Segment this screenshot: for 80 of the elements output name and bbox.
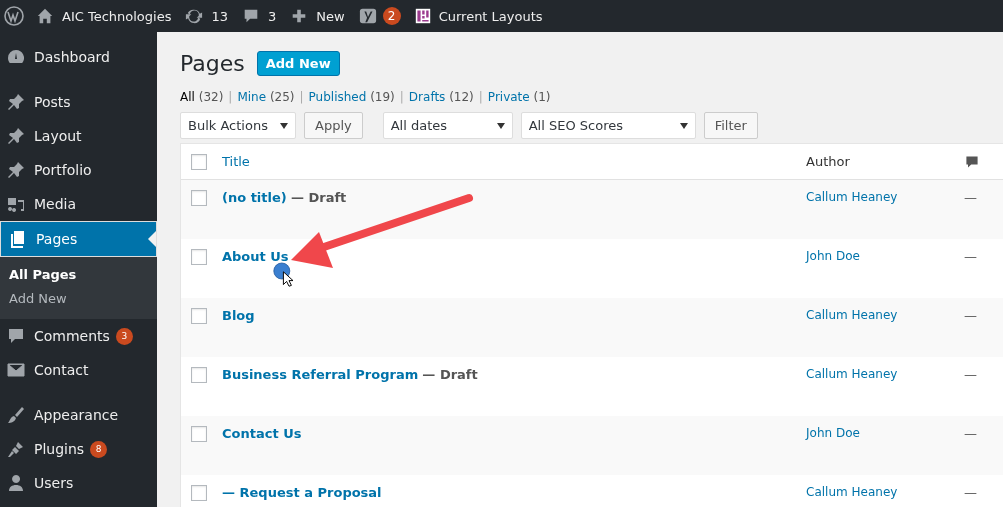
- comment-count-text: —: [964, 249, 977, 264]
- author-link[interactable]: Callum Heaney: [806, 485, 956, 499]
- page-title-link[interactable]: About Us: [222, 249, 289, 264]
- pushpin-icon: [6, 92, 26, 112]
- sidebar-menu-item[interactable]: Dashboard: [0, 40, 157, 74]
- author-link[interactable]: John Doe: [806, 249, 956, 263]
- author-link[interactable]: Callum Heaney: [806, 367, 956, 381]
- comment-count-text: —: [964, 426, 977, 441]
- sidebar-menu-item[interactable]: Portfolio: [0, 153, 157, 187]
- row-checkbox[interactable]: [191, 426, 207, 442]
- status-filter-link[interactable]: Private (1): [487, 90, 551, 104]
- sidebar-menu-item[interactable]: Comments 3: [0, 319, 157, 353]
- comments-count-link[interactable]: 3: [268, 8, 277, 24]
- separator-text: |: [299, 90, 304, 104]
- select-all-checkbox[interactable]: [191, 153, 207, 170]
- sidebar-menu-item[interactable]: Layout: [0, 119, 157, 153]
- row-checkbox[interactable]: [191, 308, 207, 324]
- sidebar-menu-item[interactable]: Users: [0, 466, 157, 500]
- seo-scores-dropdown[interactable]: All SEO Scores: [520, 112, 696, 139]
- status-filter-link[interactable]: Published (19): [308, 90, 395, 104]
- wordpress-logo-icon[interactable]: [4, 6, 24, 26]
- page-heading: Pages: [180, 51, 245, 76]
- seo-notification-badge: 2: [382, 7, 401, 25]
- status-filter-link[interactable]: Drafts (12): [408, 90, 474, 104]
- comment-count-text: —: [964, 485, 977, 500]
- sidebar-menu-item[interactable]: Appearance: [0, 398, 157, 432]
- current-layouts-link[interactable]: Current Layouts: [438, 8, 543, 24]
- separator-text: |: [478, 90, 483, 104]
- author-link[interactable]: Callum Heaney: [806, 190, 956, 204]
- updates-count-link[interactable]: 13: [211, 8, 228, 24]
- refresh-icon: [185, 7, 204, 25]
- comment-count-text: —: [964, 308, 977, 323]
- pushpin-icon: [6, 126, 26, 146]
- author-column-header: Author: [806, 154, 851, 169]
- title-column-header[interactable]: Title: [222, 154, 806, 169]
- page-title-link[interactable]: (no title): [222, 190, 287, 205]
- seo-plugin-icon[interactable]: [358, 7, 377, 25]
- sidebar-menu-item[interactable]: Contact: [0, 353, 157, 387]
- paintbrush-icon: [6, 405, 26, 425]
- status-filter-link[interactable]: Mine (25): [237, 90, 295, 104]
- count-badge: 3: [115, 327, 133, 345]
- submenu-item[interactable]: All Pages: [0, 263, 157, 287]
- status-filter-link[interactable]: All (32): [180, 90, 224, 104]
- row-checkbox[interactable]: [191, 367, 207, 383]
- comment-icon: [964, 153, 980, 170]
- page-title-link[interactable]: Blog: [222, 308, 255, 323]
- author-link[interactable]: Callum Heaney: [806, 308, 956, 322]
- user-icon: [6, 473, 26, 493]
- layout-grid-icon: [414, 8, 431, 24]
- bulk-actions-dropdown[interactable]: Bulk Actions: [180, 112, 296, 139]
- sidebar-menu-item[interactable]: Media: [0, 187, 157, 221]
- comment-count-text: —: [964, 190, 977, 205]
- separator-text: |: [228, 90, 233, 104]
- home-icon: [36, 7, 54, 25]
- plug-icon: [6, 439, 26, 459]
- count-badge: 8: [90, 440, 108, 458]
- pushpin-icon: [6, 160, 26, 180]
- page-state-label: — Draft: [290, 190, 347, 205]
- page-title-link[interactable]: Contact Us: [222, 426, 302, 441]
- sidebar-menu-item[interactable]: Posts: [0, 85, 157, 119]
- author-link[interactable]: John Doe: [806, 426, 956, 440]
- new-link[interactable]: New: [316, 8, 345, 24]
- envelope-icon: [6, 360, 26, 380]
- dates-dropdown[interactable]: All dates: [382, 112, 513, 139]
- sidebar-menu-item[interactable]: Pages: [0, 221, 157, 257]
- separator-text: |: [399, 90, 404, 104]
- filter-button[interactable]: Filter: [703, 112, 758, 139]
- page-title-link[interactable]: Business Referral Program: [222, 367, 419, 382]
- site-name-link[interactable]: AIC Technologies: [62, 8, 172, 24]
- apply-button[interactable]: Apply: [304, 112, 363, 139]
- submenu-item[interactable]: Add New: [0, 287, 157, 311]
- page-title-link[interactable]: — Request a Proposal: [222, 485, 382, 500]
- current-menu-pointer-icon: [148, 231, 156, 247]
- row-checkbox[interactable]: [191, 190, 207, 206]
- comment-count-text: —: [964, 367, 977, 382]
- page-state-label: — Draft: [422, 367, 478, 382]
- comment-icon: [6, 326, 26, 346]
- row-checkbox[interactable]: [191, 485, 207, 501]
- sidebar-menu-item[interactable]: Plugins 8: [0, 432, 157, 466]
- row-checkbox[interactable]: [191, 249, 207, 265]
